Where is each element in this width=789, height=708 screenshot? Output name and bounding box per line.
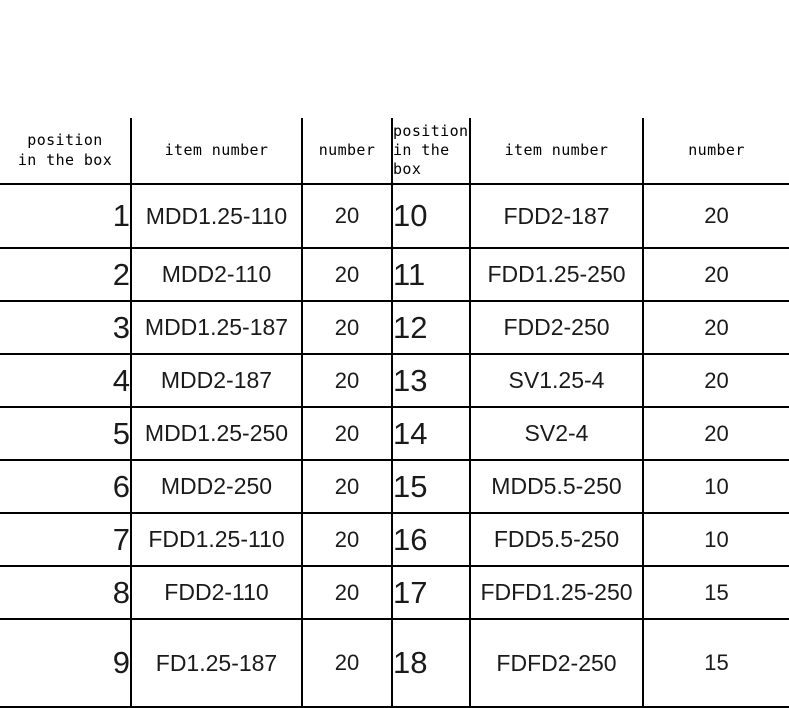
item-number-cell-left: MDD2-187: [131, 354, 303, 408]
position-cell-left: 6: [0, 460, 132, 514]
table-row: 1 MDD1.25-110 20 10 FDD2-187 20: [0, 184, 789, 249]
position-cell-right: 15: [392, 460, 471, 514]
number-cell-right: 20: [643, 301, 789, 355]
item-number-cell-right: SV1.25-4: [470, 354, 644, 408]
table-row: 4 MDD2-187 20 13 SV1.25-4 20: [0, 354, 789, 408]
item-number-cell-right: FDD5.5-250: [470, 513, 644, 567]
number-cell-left: 20: [302, 407, 393, 461]
item-number-cell-right: FDD2-187: [470, 184, 644, 249]
table-row: 2 MDD2-110 20 11 FDD1.25-250 20: [0, 248, 789, 302]
number-cell-right: 10: [643, 460, 789, 514]
number-cell-right: 15: [643, 566, 789, 620]
header-item-number-right: item number: [470, 118, 644, 185]
number-cell-left: 20: [302, 301, 393, 355]
position-cell-left: 4: [0, 354, 132, 408]
item-number-cell-right: SV2-4: [470, 407, 644, 461]
table-row: 6 MDD2-250 20 15 MDD5.5-250 10: [0, 460, 789, 514]
position-cell-left: 2: [0, 248, 132, 302]
header-number-left: number: [302, 118, 393, 185]
item-number-cell-left: MDD1.25-187: [131, 301, 303, 355]
position-cell-right: 18: [392, 619, 471, 708]
number-cell-left: 20: [302, 513, 393, 567]
position-cell-right: 17: [392, 566, 471, 620]
number-cell-left: 20: [302, 460, 393, 514]
number-cell-right: 20: [643, 354, 789, 408]
item-number-cell-right: FDFD2-250: [470, 619, 644, 708]
position-cell-right: 12: [392, 301, 471, 355]
position-cell-left: 1: [0, 184, 132, 249]
number-cell-left: 20: [302, 354, 393, 408]
item-number-cell-right: FDFD1.25-250: [470, 566, 644, 620]
table-row: 7 FDD1.25-110 20 16 FDD5.5-250 10: [0, 513, 789, 567]
number-cell-left: 20: [302, 619, 393, 708]
item-number-cell-right: MDD5.5-250: [470, 460, 644, 514]
table-row: 9 FD1.25-187 20 18 FDFD2-250 15: [0, 619, 789, 708]
number-cell-right: 20: [643, 184, 789, 249]
item-number-cell-left: MDD1.25-110: [131, 184, 303, 249]
number-cell-right: 20: [643, 248, 789, 302]
number-cell-right: 15: [643, 619, 789, 708]
header-number-right: number: [643, 118, 789, 185]
number-cell-right: 10: [643, 513, 789, 567]
parts-inventory-table: position in the box item number number posi…: [0, 118, 789, 708]
header-position-in-the-box-right: position in the box: [392, 118, 471, 185]
table-header-row: position in the box item number number posi…: [0, 118, 789, 185]
number-cell-left: 20: [302, 566, 393, 620]
page-root: position in the box item number number posi…: [0, 0, 789, 708]
position-cell-left: 3: [0, 301, 132, 355]
position-cell-left: 5: [0, 407, 132, 461]
item-number-cell-right: FDD2-250: [470, 301, 644, 355]
number-cell-left: 20: [302, 184, 393, 249]
table-row: 8 FDD2-110 20 17 FDFD1.25-250 15: [0, 566, 789, 620]
item-number-cell-left: MDD2-110: [131, 248, 303, 302]
number-cell-left: 20: [302, 248, 393, 302]
table-row: 3 MDD1.25-187 20 12 FDD2-250 20: [0, 301, 789, 355]
header-item-number-left: item number: [131, 118, 303, 185]
position-cell-right: 11: [392, 248, 471, 302]
table-row: 5 MDD1.25-250 20 14 SV2-4 20: [0, 407, 789, 461]
item-number-cell-left: FDD2-110: [131, 566, 303, 620]
header-position-in-the-box-left: position in the box: [0, 118, 132, 185]
position-cell-left: 9: [0, 619, 132, 708]
position-cell-right: 16: [392, 513, 471, 567]
position-cell-left: 8: [0, 566, 132, 620]
item-number-cell-left: FD1.25-187: [131, 619, 303, 708]
position-cell-right: 13: [392, 354, 471, 408]
position-cell-right: 10: [392, 184, 471, 249]
position-cell-right: 14: [392, 407, 471, 461]
position-cell-left: 7: [0, 513, 132, 567]
item-number-cell-left: MDD1.25-250: [131, 407, 303, 461]
item-number-cell-left: FDD1.25-110: [131, 513, 303, 567]
item-number-cell-right: FDD1.25-250: [470, 248, 644, 302]
item-number-cell-left: MDD2-250: [131, 460, 303, 514]
number-cell-right: 20: [643, 407, 789, 461]
